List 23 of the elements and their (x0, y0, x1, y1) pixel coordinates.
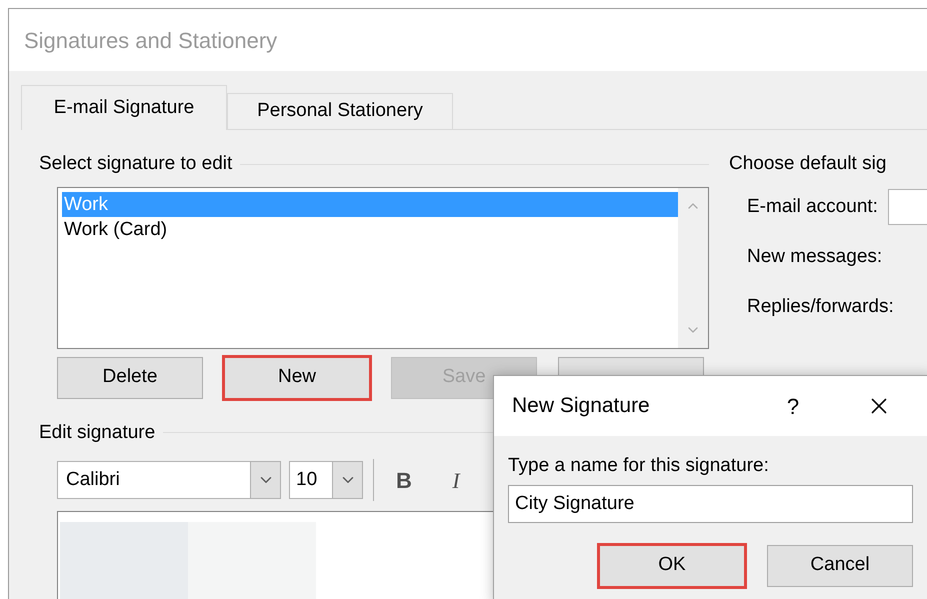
scrollbar[interactable] (678, 188, 708, 348)
push-button[interactable]: Cancel (767, 544, 913, 586)
signature-name-field[interactable]: City Signature (508, 484, 913, 522)
group-title: Select signature to edit (39, 152, 232, 176)
account-dropdown[interactable] (888, 189, 927, 225)
signature-list-item[interactable]: Work (Card) (62, 216, 678, 242)
field-label: New messages: (747, 244, 882, 269)
bold-button[interactable]: B (382, 462, 426, 498)
field-label: Replies/forwards: (747, 294, 894, 319)
group-title: Choose default sig (729, 152, 886, 176)
size-dropdown[interactable]: 10 (289, 461, 363, 499)
help-button[interactable]: ? (778, 390, 808, 422)
window-title: Signatures and Stationery (24, 26, 278, 55)
italic-button[interactable]: I (434, 462, 478, 498)
field-label: E-mail account: (747, 194, 878, 219)
push-button[interactable]: New (224, 356, 370, 398)
push-button[interactable]: OK (599, 544, 745, 586)
push-button[interactable]: Delete (57, 356, 203, 398)
tab[interactable]: E-mail Signature (21, 85, 227, 130)
group-title: Edit signature (39, 420, 156, 444)
prompt-label: Type a name for this signature: (508, 454, 770, 478)
font-dropdown[interactable]: Calibri (57, 461, 281, 499)
tab[interactable]: Personal Stationery (227, 93, 453, 130)
